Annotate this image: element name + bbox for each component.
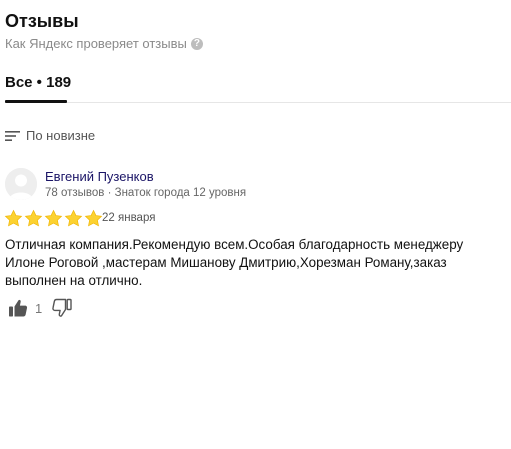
- tab-active-indicator: [5, 100, 67, 103]
- sort-label: По новизне: [26, 128, 96, 143]
- dislike-button[interactable]: [52, 298, 72, 318]
- author-meta: 78 отзывов · Знаток города 12 уровня: [45, 187, 247, 199]
- verify-reviews-label: Как Яндекс проверяет отзывы: [5, 36, 187, 51]
- star-icon: [44, 209, 63, 227]
- star-icon: [24, 209, 43, 227]
- verify-reviews-link[interactable]: Как Яндекс проверяет отзывы ?: [5, 36, 203, 51]
- star-icon: [64, 209, 83, 227]
- rating-stars: [4, 209, 103, 228]
- question-circle-icon: ?: [190, 37, 203, 50]
- sort-button[interactable]: По новизне: [5, 128, 95, 143]
- star-icon: [84, 209, 103, 227]
- reviews-panel: Отзывы Как Яндекс проверяет отзывы ? Все…: [0, 0, 511, 449]
- review-date: 22 января: [102, 212, 156, 224]
- default-avatar-icon: [5, 168, 37, 200]
- like-button[interactable]: 1: [8, 298, 42, 318]
- review-text: Отличная компания.Рекомендую всем.Особая…: [5, 237, 464, 288]
- like-count: 1: [35, 300, 43, 316]
- tab-all[interactable]: Все • 189: [5, 74, 71, 91]
- thumbs-down-icon: [52, 298, 72, 317]
- review-actions: 1: [8, 298, 72, 318]
- star-icon: [4, 209, 23, 227]
- tabs-divider: [5, 102, 511, 103]
- author-name[interactable]: Евгений Пузенков: [45, 169, 154, 184]
- page-title: Отзывы: [5, 11, 79, 31]
- sort-lines-icon: [5, 130, 20, 141]
- avatar[interactable]: [5, 168, 37, 200]
- thumbs-up-icon: [9, 299, 28, 317]
